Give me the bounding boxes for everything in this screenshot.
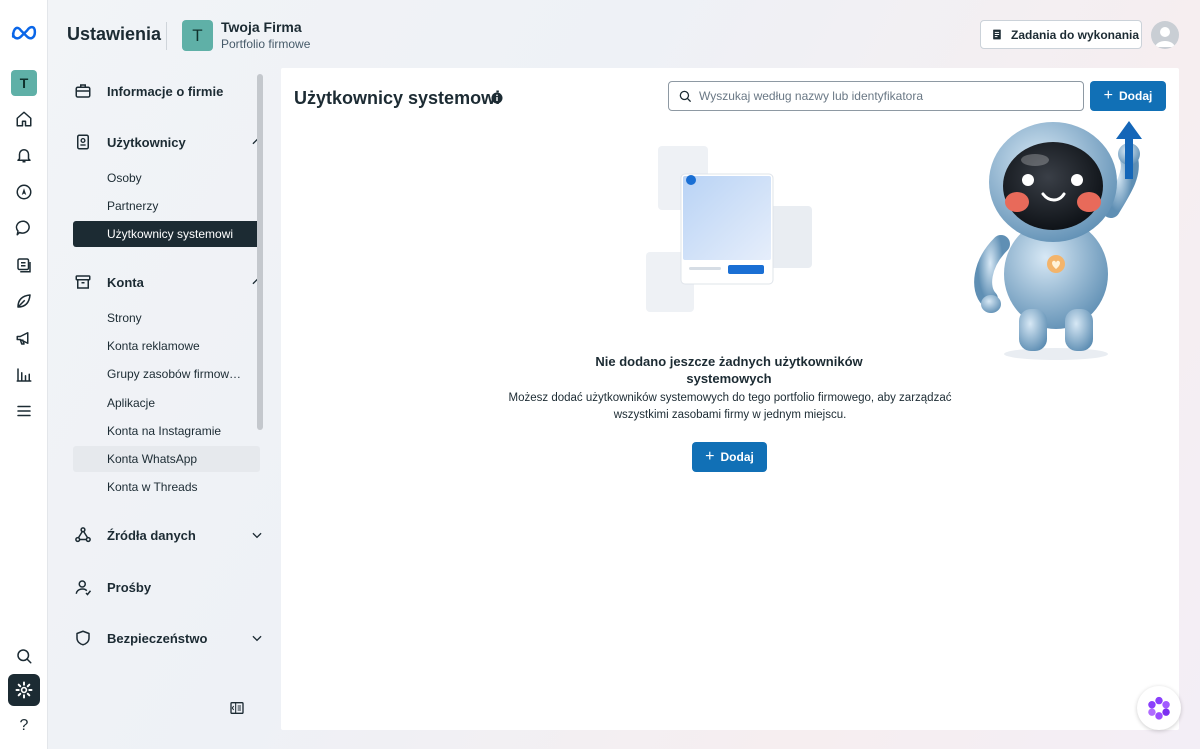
chart-icon[interactable] xyxy=(8,359,40,391)
section-title: Użytkownicy systemowi xyxy=(294,88,501,108)
home-icon[interactable] xyxy=(8,103,40,135)
sidebar-item-instagram-accounts[interactable]: Konta na Instagramie xyxy=(73,418,260,444)
business-name[interactable]: Twoja Firma xyxy=(221,19,302,35)
left-rail: T ? xyxy=(0,0,48,749)
search-input[interactable] xyxy=(699,89,1069,103)
chevron-down-icon[interactable] xyxy=(250,631,264,645)
sidebar-section-label: Bezpieczeństwo xyxy=(107,630,208,646)
help-icon[interactable]: ? xyxy=(8,710,40,742)
sidebar-item-apps[interactable]: Aplikacje xyxy=(73,390,260,416)
plus-icon: + xyxy=(1103,87,1113,104)
user-avatar[interactable] xyxy=(1151,21,1179,49)
assistant-icon xyxy=(1148,696,1170,720)
search-box[interactable] xyxy=(668,81,1084,111)
sidebar-item-label: Grupy zasobów firmowych xyxy=(107,367,245,381)
menu-icon[interactable] xyxy=(8,395,40,427)
sidebar-item-pages[interactable]: Strony xyxy=(73,305,260,331)
checklist-icon xyxy=(993,29,1001,40)
sidebar-section-label: Konta xyxy=(107,274,144,290)
sidebar-item-ad-accounts[interactable]: Konta reklamowe xyxy=(73,333,260,359)
sidebar-item-people[interactable]: Osoby xyxy=(73,165,260,191)
sidebar-item-whatsapp-accounts[interactable]: Konta WhatsApp xyxy=(73,446,260,472)
sidebar-item-asset-groups[interactable]: Grupy zasobów firmowych xyxy=(73,361,260,387)
add-system-user-empty-button[interactable]: + Dodaj xyxy=(692,442,767,472)
add-button-label: Dodaj xyxy=(720,450,754,464)
compass-icon[interactable] xyxy=(8,176,40,208)
header-divider xyxy=(166,22,167,50)
sidebar-section-label: Źródła danych xyxy=(107,527,196,543)
business-subtitle: Portfolio firmowe xyxy=(221,37,311,51)
archive-icon xyxy=(74,273,92,291)
sidebar-item-requests[interactable]: Prośby xyxy=(74,572,264,602)
tasks-button-label: Zadania do wykonania xyxy=(1011,27,1140,42)
tasks-button[interactable]: Zadania do wykonania xyxy=(980,20,1142,49)
sidebar-collapse-icon[interactable] xyxy=(229,700,245,716)
plus-icon: + xyxy=(705,448,715,465)
megaphone-icon[interactable] xyxy=(8,322,40,354)
empty-state-illustration xyxy=(646,146,812,312)
shield-icon xyxy=(74,629,92,647)
chevron-down-icon[interactable] xyxy=(250,528,264,542)
arrow-up-icon xyxy=(1116,121,1142,179)
info-icon[interactable] xyxy=(491,92,503,104)
nodes-icon xyxy=(74,526,92,544)
main-panel: Użytkownicy systemowi + Dodaj xyxy=(281,68,1179,730)
page-title: Ustawienia xyxy=(67,24,162,44)
badge-icon xyxy=(74,133,92,151)
sidebar-item-partners[interactable]: Partnerzy xyxy=(73,193,260,219)
empty-state-title: Nie dodano jeszcze żadnych użytkowników … xyxy=(595,354,863,386)
sidebar-item-label: Prośby xyxy=(107,579,152,595)
sidebar-section-users[interactable]: Użytkownicy xyxy=(74,127,264,157)
pages-icon[interactable] xyxy=(8,249,40,281)
bell-icon[interactable] xyxy=(8,139,40,171)
empty-state-description: Możesz dodać użytkowników systemowych do… xyxy=(508,392,952,421)
sidebar-section-data-sources[interactable]: Źródła danych xyxy=(74,520,264,550)
sidebar-item-company-info[interactable]: Informacje o firmie xyxy=(74,76,264,106)
sidebar-item-system-users[interactable]: Użytkownicy systemowi xyxy=(73,221,260,247)
business-avatar[interactable]: T xyxy=(182,20,213,51)
sidebar-section-security[interactable]: Bezpieczeństwo xyxy=(74,623,264,653)
search-icon[interactable] xyxy=(8,640,40,672)
sidebar-item-threads-accounts[interactable]: Konta w Threads xyxy=(73,474,260,500)
add-system-user-button[interactable]: + Dodaj xyxy=(1090,81,1166,111)
settings-sidebar: Informacje o firmie Użytkownicy Osoby Pa… xyxy=(48,68,270,728)
gear-icon[interactable] xyxy=(8,674,40,706)
assistant-button[interactable] xyxy=(1137,686,1181,730)
add-button-label: Dodaj xyxy=(1119,89,1153,103)
meta-logo-icon[interactable] xyxy=(8,16,40,48)
leaf-icon[interactable] xyxy=(8,285,40,317)
search-icon xyxy=(679,90,691,102)
sidebar-section-label: Użytkownicy xyxy=(107,134,186,150)
sidebar-section-accounts[interactable]: Konta xyxy=(74,267,264,297)
chat-icon[interactable] xyxy=(8,212,40,244)
person-icon xyxy=(74,578,92,596)
account-avatar[interactable]: T xyxy=(11,70,37,96)
sidebar-scrollbar[interactable] xyxy=(257,74,263,430)
briefcase-icon xyxy=(74,82,92,100)
sidebar-item-label: Informacje o firmie xyxy=(107,83,224,99)
